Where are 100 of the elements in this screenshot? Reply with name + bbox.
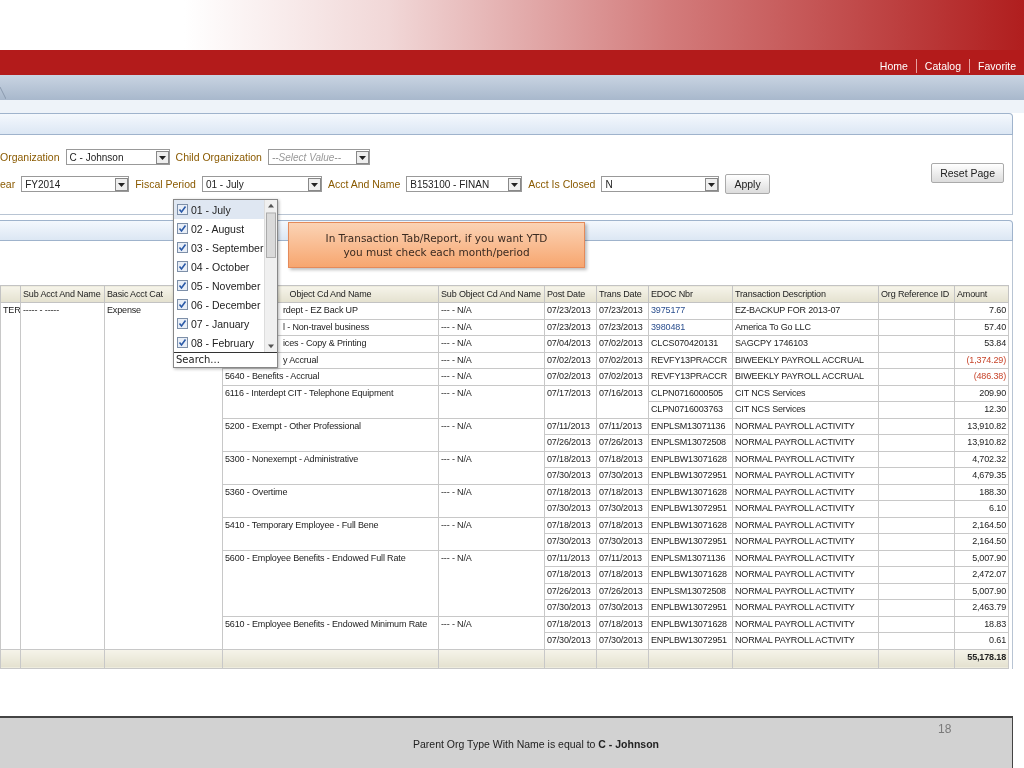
- edoc-link[interactable]: 3975177: [648, 302, 733, 319]
- table-cell: 07/18/2013: [544, 484, 597, 501]
- edoc-link[interactable]: 3980481: [648, 319, 733, 336]
- nav-link[interactable]: Favorite: [969, 59, 1024, 73]
- checkbox-icon[interactable]: [177, 204, 188, 215]
- table-cell: 5200 - Exempt - Other Professional: [222, 418, 439, 451]
- table-cell: NORMAL PAYROLL ACTIVITY: [732, 467, 879, 484]
- table-cell: 07/18/2013: [544, 517, 597, 534]
- dropdown-option[interactable]: 02 - August: [174, 219, 264, 238]
- table-cell: 2,463.79: [954, 599, 1009, 616]
- table-cell: NORMAL PAYROLL ACTIVITY: [732, 500, 879, 517]
- checkbox-icon[interactable]: [177, 261, 188, 272]
- nav-link[interactable]: Home: [871, 59, 916, 73]
- table-cell: 07/30/2013: [596, 500, 649, 517]
- table-cell: --- - N/A: [438, 319, 545, 336]
- table-cell: 07/26/2013: [544, 434, 597, 451]
- table-cell: 07/18/2013: [596, 484, 649, 501]
- table-cell: 5360 - Overtime: [222, 484, 439, 517]
- table-cell: 07/30/2013: [596, 599, 649, 616]
- table-cell: 07/02/2013: [596, 335, 649, 352]
- table-cell: 07/18/2013: [596, 517, 649, 534]
- caret-icon: [355, 150, 369, 164]
- table-cell: 07/18/2013: [596, 451, 649, 468]
- checkbox-icon[interactable]: [177, 223, 188, 234]
- table-cell: NORMAL PAYROLL ACTIVITY: [732, 599, 879, 616]
- table-cell: 07/23/2013: [544, 302, 597, 319]
- checkbox-icon[interactable]: [177, 242, 188, 253]
- table-cell: --- - N/A: [438, 451, 545, 484]
- table-cell: 07/02/2013: [544, 368, 597, 385]
- caret-icon: [705, 177, 719, 191]
- table-cell: 4,702.32: [954, 451, 1009, 468]
- table-cell: ENPLBW13071628: [648, 484, 733, 501]
- table-cell: 07/26/2013: [544, 583, 597, 600]
- table-cell: --- - N/A: [438, 616, 545, 649]
- table-cell: ENPLSM13072508: [648, 583, 733, 600]
- table-cell: ----- - -----: [20, 302, 105, 649]
- table-cell: 07/30/2013: [544, 500, 597, 517]
- table-cell: NORMAL PAYROLL ACTIVITY: [732, 418, 879, 435]
- table-cell: TER: [0, 302, 21, 649]
- table-cell: --- - N/A: [438, 418, 545, 451]
- checkbox-icon[interactable]: [177, 280, 188, 291]
- table-cell: ENPLBW13072951: [648, 599, 733, 616]
- apply-button[interactable]: Apply: [725, 174, 770, 194]
- prompt-label: Fiscal Period: [135, 178, 196, 190]
- column-header: Sub Object Cd And Name: [438, 285, 545, 303]
- search-field[interactable]: Search...: [174, 352, 277, 367]
- table-cell: 07/02/2013: [544, 352, 597, 369]
- table-cell: 07/18/2013: [596, 566, 649, 583]
- table-cell: 07/30/2013: [596, 467, 649, 484]
- nav-link[interactable]: Catalog: [915, 59, 970, 73]
- table-cell: 07/11/2013: [596, 418, 649, 435]
- table-cell: 07/23/2013: [596, 319, 649, 336]
- table-cell: ENPLBW13071628: [648, 566, 733, 583]
- table-cell: America To Go LLC: [732, 319, 879, 336]
- table-cell: 07/16/2013: [596, 385, 649, 418]
- dropdown-field[interactable]: FY2014: [21, 176, 130, 192]
- table-cell: 53.84: [954, 335, 1009, 352]
- table-cell: 07/23/2013: [544, 319, 597, 336]
- table-cell: 2,164.50: [954, 517, 1009, 534]
- column-header: Sub Acct And Name: [20, 285, 105, 303]
- table-cell: REVFY13PRACCR: [648, 352, 733, 369]
- checkbox-icon[interactable]: [177, 318, 188, 329]
- table-cell: ENPLBW13071628: [648, 616, 733, 633]
- table-cell: 188.30: [954, 484, 1009, 501]
- dropdown-option[interactable]: 01 - July: [174, 200, 264, 219]
- caret-icon: [307, 177, 321, 191]
- table-cell: ENPLBW13072951: [648, 533, 733, 550]
- table-cell: NORMAL PAYROLL ACTIVITY: [732, 434, 879, 451]
- dropdown-option[interactable]: 04 - October: [174, 257, 264, 276]
- table-cell: EZ-BACKUP FOR 2013-07: [732, 302, 879, 319]
- table-cell: 07/30/2013: [544, 533, 597, 550]
- table-cell: 13,910.82: [954, 434, 1009, 451]
- checkbox-icon[interactable]: [177, 299, 188, 310]
- checkbox-icon[interactable]: [177, 337, 188, 348]
- table-cell: --- - N/A: [438, 385, 545, 418]
- dropdown-field[interactable]: C - Johnson: [65, 149, 170, 165]
- table-cell: 07/18/2013: [596, 616, 649, 633]
- table-cell: NORMAL PAYROLL ACTIVITY: [732, 533, 879, 550]
- table-cell: CIT NCS Services: [732, 385, 879, 402]
- callout-note: In Transaction Tab/Report, if you want YTD you must check each month/period: [288, 222, 585, 268]
- table-cell: NORMAL PAYROLL ACTIVITY: [732, 566, 879, 583]
- scrollbar[interactable]: [264, 200, 277, 352]
- dropdown-field[interactable]: B153100 - FINAN: [406, 176, 523, 192]
- dropdown-field[interactable]: N: [601, 176, 720, 192]
- table-cell: 5410 - Temporary Employee - Full Bene: [222, 517, 439, 550]
- reset-page-button[interactable]: Reset Page: [931, 163, 1004, 183]
- dropdown-field[interactable]: 01 - July: [201, 176, 322, 192]
- table-cell: 7.60: [954, 302, 1009, 319]
- table-cell: 07/30/2013: [544, 599, 597, 616]
- dropdown-option[interactable]: 03 - September: [174, 238, 264, 257]
- table-cell: 2,472.07: [954, 566, 1009, 583]
- table-cell: NORMAL PAYROLL ACTIVITY: [732, 517, 879, 534]
- table-cell: 07/17/2013: [544, 385, 597, 418]
- prompt-label: Child Organization: [175, 151, 262, 163]
- table-cell: 07/30/2013: [596, 632, 649, 649]
- caret-icon: [508, 177, 522, 191]
- table-cell: --- - N/A: [438, 302, 545, 319]
- table-cell: 209.90: [954, 385, 1009, 402]
- column-header: EDOC Nbr: [648, 285, 733, 303]
- table-cell: --- - N/A: [438, 517, 545, 550]
